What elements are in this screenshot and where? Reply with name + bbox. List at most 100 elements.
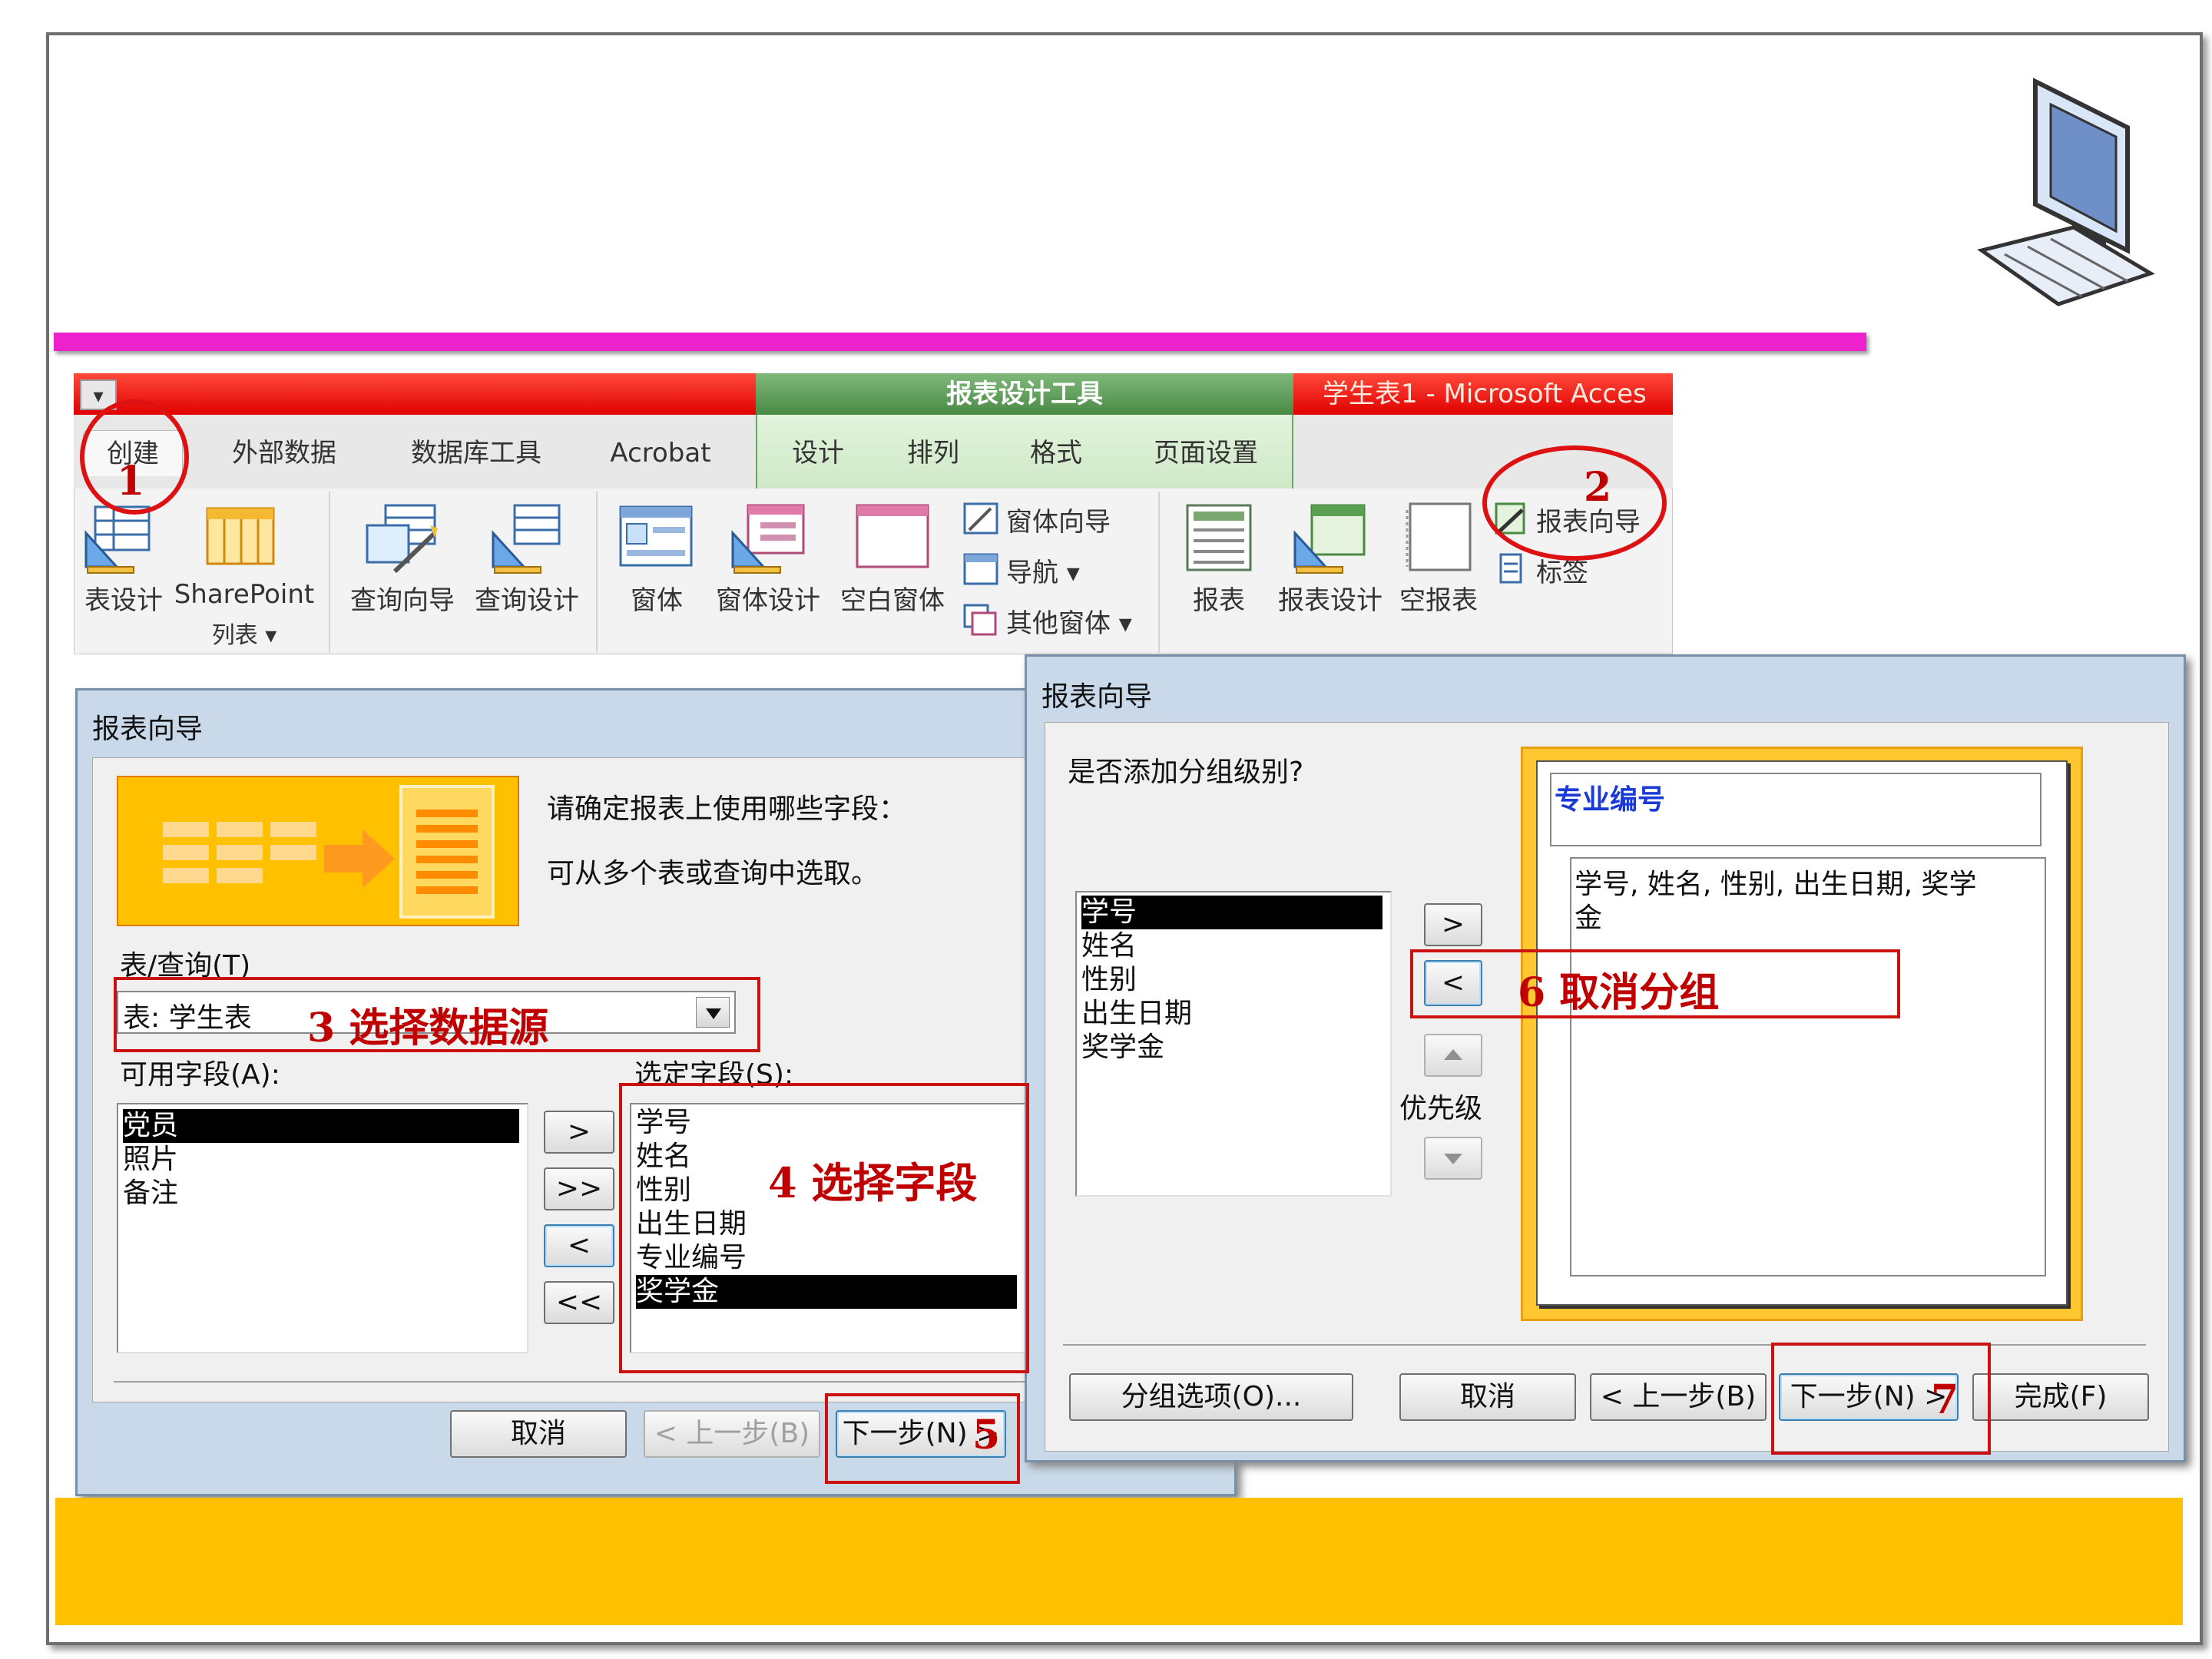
blank-form-button[interactable]: 空白窗体 [831, 499, 954, 653]
dialog2-title: 报表向导 [1041, 681, 1153, 713]
available-fields-label: 可用字段(A): [120, 1059, 280, 1091]
report-icon [1186, 504, 1252, 571]
query-wizard-button[interactable]: 查询向导 [341, 499, 464, 653]
query-design-button[interactable]: 查询设计 [465, 499, 588, 653]
navigation-label: 导航 ▾ [1006, 558, 1080, 588]
annotation-step-1: 1 [117, 458, 145, 505]
form-wizard-icon [963, 502, 998, 535]
table-design-label: 表设计 [84, 585, 163, 616]
report-button[interactable]: 报表 [1169, 499, 1269, 653]
list-item[interactable]: 备注 [123, 1177, 178, 1210]
list-item[interactable]: 出生日期 [1081, 997, 1192, 1031]
report-design-button[interactable]: 报表设计 [1269, 499, 1392, 653]
sharepoint-list-button[interactable]: SharePoint 列表 ▾ [167, 499, 321, 653]
grouping-options-button[interactable]: 分组选项(O)... [1069, 1373, 1353, 1421]
list-item[interactable]: 照片 [123, 1143, 178, 1177]
add-field-button[interactable]: > [544, 1111, 614, 1154]
annotation-step-6: 6 取消分组 [1518, 969, 1720, 1016]
add-group-button[interactable]: > [1424, 903, 1482, 946]
computer-icon [1977, 78, 2155, 306]
form-design-label: 窗体设计 [716, 585, 820, 616]
navigation-button[interactable]: 导航 ▾ [963, 550, 1147, 588]
form-button[interactable]: 窗体 [607, 499, 707, 653]
available-fields-list[interactable]: 党员 照片 备注 [117, 1103, 528, 1353]
report-label: 报表 [1193, 585, 1245, 616]
more-forms-label: 其他窗体 ▾ [1006, 608, 1132, 639]
ribbon-title-bar [74, 373, 756, 415]
dialog1-divider [114, 1381, 1028, 1382]
dialog2-finish-button[interactable]: 完成(F) [1972, 1373, 2149, 1421]
wizard-banner-icon [117, 776, 519, 926]
list-item[interactable]: 姓名 [1081, 929, 1137, 963]
footer-band [55, 1498, 2183, 1625]
query-design-icon [492, 504, 561, 574]
detail-fields-box: 学号, 姓名, 性别, 出生日期, 奖学 金 [1570, 857, 2046, 1277]
group-separator [329, 492, 330, 653]
group-separator [596, 492, 598, 653]
form-wizard-label: 窗体向导 [1006, 507, 1111, 538]
dialog2-cancel-button[interactable]: 取消 [1399, 1373, 1576, 1421]
priority-up-button[interactable] [1424, 1034, 1482, 1077]
dialog1-title: 报表向导 [92, 714, 204, 745]
sharepoint-sub-label: 列表 ▾ [211, 622, 277, 649]
list-item[interactable]: 性别 [1081, 963, 1137, 997]
annotation-step-2: 2 [1584, 464, 1612, 511]
annotation-ellipse-2 [1482, 445, 1667, 561]
tab-design[interactable]: 设计 [776, 430, 860, 476]
dialog2-back-button[interactable]: < 上一步(B) [1590, 1373, 1767, 1421]
table-design-button[interactable]: 表设计 [77, 499, 177, 653]
more-forms-icon [963, 604, 997, 636]
form-design-icon [731, 504, 805, 574]
query-wizard-icon [366, 504, 438, 574]
title-underline-bar [54, 333, 1866, 351]
report-design-icon [1293, 504, 1366, 574]
report-design-tools-header: 报表设计工具 [756, 373, 1293, 415]
priority-label: 优先级 [1399, 1093, 1483, 1124]
priority-down-button[interactable] [1424, 1137, 1482, 1180]
dialog1-prompt-1: 请确定报表上使用哪些字段： [547, 793, 907, 825]
remove-field-button[interactable]: < [544, 1224, 614, 1267]
list-item[interactable]: 党员 [123, 1109, 519, 1143]
detail-fields-line-2: 金 [1575, 902, 1603, 934]
annotation-step-3: 3 选择数据源 [307, 1005, 549, 1051]
tab-database-tools[interactable]: 数据库工具 [392, 430, 561, 476]
list-item[interactable]: 学号 [1081, 896, 1382, 929]
list-item[interactable]: 奖学金 [1081, 1031, 1164, 1065]
tab-external-data[interactable]: 外部数据 [207, 430, 361, 476]
arrow-up-icon [1444, 1049, 1462, 1060]
detail-fields-line-1: 学号, 姓名, 性别, 出生日期, 奖学 [1575, 869, 1977, 900]
blank-report-label: 空报表 [1399, 585, 1478, 616]
tab-acrobat[interactable]: Acrobat [591, 430, 730, 476]
add-all-fields-button[interactable]: >> [544, 1167, 614, 1210]
window-title: 学生表1 - Microsoft Acces [1293, 373, 1673, 415]
more-forms-button[interactable]: 其他窗体 ▾ [963, 601, 1155, 639]
annotation-step-5: 5 [972, 1412, 1001, 1459]
form-label: 窗体 [631, 585, 683, 616]
tab-page-setup[interactable]: 页面设置 [1137, 430, 1275, 476]
group-separator [1158, 492, 1160, 653]
group-field-label: 专业编号 [1555, 784, 1666, 816]
blank-report-button[interactable]: 空报表 [1389, 499, 1488, 653]
tab-arrange[interactable]: 排列 [891, 430, 975, 476]
form-icon [619, 505, 693, 567]
sharepoint-list-icon [206, 507, 275, 565]
blank-form-icon [856, 504, 929, 568]
labels-icon [1499, 553, 1522, 584]
sharepoint-label: SharePoint [174, 579, 315, 610]
tab-format[interactable]: 格式 [1014, 430, 1098, 476]
navigation-icon [963, 553, 998, 585]
form-wizard-button[interactable]: 窗体向导 [963, 499, 1147, 538]
dialog1-back-button[interactable]: < 上一步(B) [644, 1410, 820, 1458]
grouping-question: 是否添加分组级别? [1068, 757, 1304, 788]
remove-all-fields-button[interactable]: << [544, 1281, 614, 1324]
blank-report-icon [1406, 502, 1472, 571]
query-design-label: 查询设计 [475, 585, 579, 616]
dialog1-prompt-2: 可从多个表或查询中选取。 [547, 858, 879, 889]
dialog1-cancel-button[interactable]: 取消 [450, 1410, 627, 1458]
query-wizard-label: 查询向导 [350, 585, 455, 616]
annotation-step-4: 4 选择字段 [768, 1158, 978, 1207]
annotation-step-7: 7 [1931, 1376, 1959, 1423]
grouping-fields-list[interactable]: 学号 姓名 性别 出生日期 奖学金 [1075, 891, 1392, 1197]
annotation-box-4 [619, 1083, 1029, 1373]
form-design-button[interactable]: 窗体设计 [707, 499, 830, 653]
